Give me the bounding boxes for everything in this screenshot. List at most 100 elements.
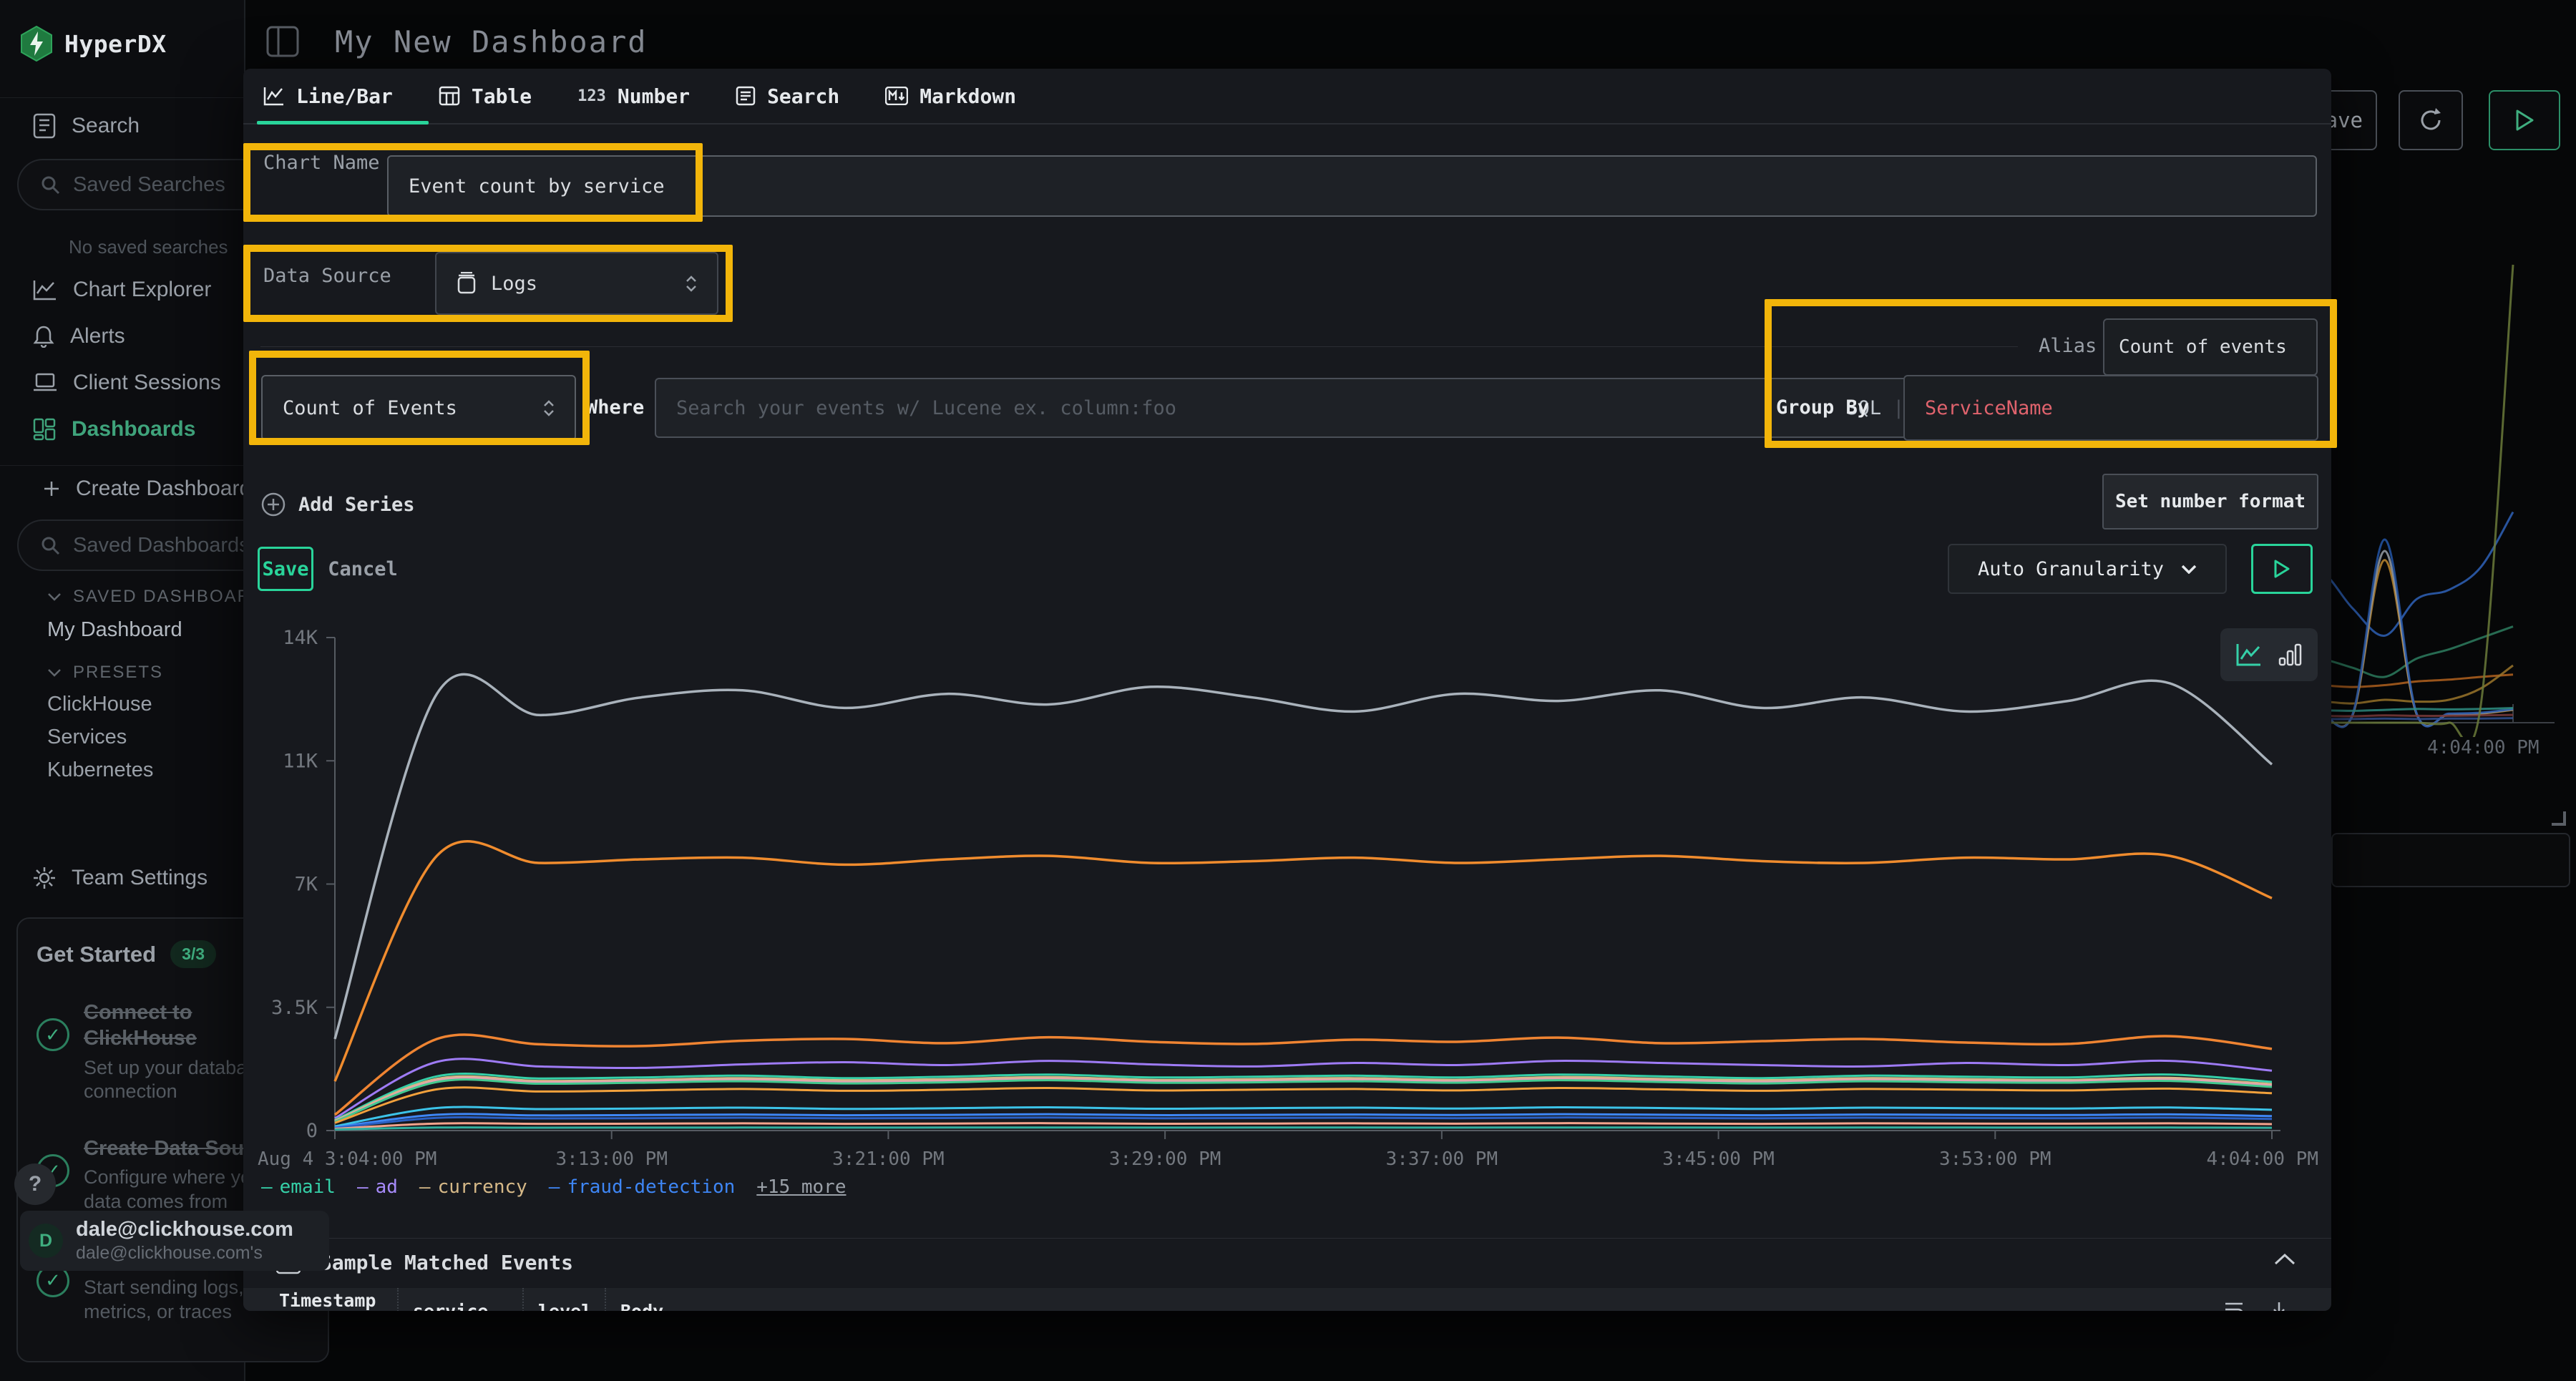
chart-series-line-fraud-detection[interactable] bbox=[335, 1114, 2272, 1128]
sidebar-item-label: Search bbox=[72, 114, 140, 138]
get-started-progress-badge: 3/3 bbox=[170, 940, 216, 968]
user-menu[interactable]: D dale@clickhouse.com dale@clickhouse.co… bbox=[20, 1211, 329, 1271]
add-series-button[interactable]: Add Series bbox=[261, 492, 415, 517]
background-chart-series-line bbox=[2331, 715, 2513, 716]
chart-series-line[interactable] bbox=[335, 1128, 2272, 1130]
gear-icon bbox=[33, 867, 56, 889]
sidebar-item-dashboards[interactable]: Dashboards bbox=[33, 417, 195, 441]
legend-label: ad bbox=[376, 1176, 398, 1198]
legend-item-fraud-detection[interactable]: —fraud-detection bbox=[549, 1176, 735, 1198]
y-axis-tick-label: 11K bbox=[283, 750, 318, 772]
sidebar-collapse-icon[interactable] bbox=[266, 26, 299, 57]
tab-markdown[interactable]: Markdown bbox=[885, 84, 1016, 108]
chart-editor-modal: Line/Bar Table 123 Number Search Markdow… bbox=[243, 69, 2331, 1311]
legend-swatch: — bbox=[357, 1176, 369, 1198]
no-saved-searches-text: No saved searches bbox=[69, 236, 228, 258]
event-count-line-chart[interactable]: 14K11K7K3.5K0Aug 4 3:04:00 PM3:13:00 PM3… bbox=[243, 613, 2331, 1214]
refresh-icon bbox=[2416, 106, 2445, 135]
step-desc: Set up your database bbox=[84, 1057, 268, 1078]
section-label-text: PRESETS bbox=[73, 663, 163, 683]
user-team: dale@clickhouse.com's bbox=[76, 1243, 323, 1264]
background-chart-series-line bbox=[2331, 718, 2513, 719]
legend-label: fraud-detection bbox=[567, 1176, 735, 1198]
tab-search[interactable]: Search bbox=[736, 84, 839, 108]
cancel-button[interactable]: Cancel bbox=[323, 547, 402, 591]
tab-table[interactable]: Table bbox=[439, 84, 532, 108]
chevron-down-icon bbox=[47, 668, 62, 677]
saved-dashboards-placeholder: Saved Dashboards bbox=[73, 534, 250, 557]
granularity-select[interactable]: Auto Granularity bbox=[1948, 544, 2227, 594]
legend-label: currency bbox=[438, 1176, 527, 1198]
sidebar-item-search[interactable]: Search bbox=[33, 113, 140, 139]
background-dashboard-tile-chart bbox=[2331, 236, 2576, 737]
set-number-format-button[interactable]: Set number format bbox=[2102, 474, 2318, 530]
step-desc: Configure where your bbox=[84, 1166, 268, 1188]
sidebar-item-team-settings[interactable]: Team Settings bbox=[33, 866, 208, 890]
play-icon bbox=[2274, 560, 2290, 578]
data-source-value: Logs bbox=[491, 273, 537, 295]
help-button[interactable]: ? bbox=[14, 1163, 56, 1205]
check-circle-icon: ✓ bbox=[36, 1018, 69, 1051]
step-title: Connect to ClickHouse bbox=[84, 1000, 255, 1052]
select-chevrons-icon bbox=[543, 400, 555, 416]
chart-series-line[interactable] bbox=[335, 1035, 2272, 1115]
filter-icon[interactable] bbox=[2224, 1301, 2245, 1311]
sidebar-item-chart-explorer[interactable]: Chart Explorer bbox=[33, 278, 211, 302]
tab-line-bar[interactable]: Line/Bar bbox=[263, 84, 393, 108]
laptop-icon bbox=[33, 373, 57, 393]
database-icon bbox=[457, 272, 477, 295]
legend-item-email[interactable]: —email bbox=[261, 1176, 336, 1198]
legend-more-link[interactable]: +15 more bbox=[756, 1176, 846, 1198]
download-icon[interactable] bbox=[2270, 1301, 2288, 1311]
chart-name-input[interactable]: Event count by service bbox=[387, 155, 2317, 217]
resize-handle-icon[interactable] bbox=[2545, 804, 2566, 826]
tab-number[interactable]: 123 Number bbox=[577, 84, 690, 108]
sidebar-item-services[interactable]: Services bbox=[47, 726, 127, 749]
dashboard-run-button[interactable] bbox=[2489, 90, 2560, 150]
sidebar-item-clickhouse[interactable]: ClickHouse bbox=[47, 693, 152, 716]
x-axis-tick-label: Aug 4 3:04:00 PM bbox=[258, 1148, 436, 1170]
brand: HyperDX bbox=[20, 26, 167, 62]
sidebar-item-label: Team Settings bbox=[72, 866, 208, 890]
get-started-title: Get Started bbox=[36, 942, 156, 967]
save-button[interactable]: Save bbox=[258, 547, 313, 591]
tab-label: Table bbox=[472, 84, 532, 108]
plus-icon bbox=[43, 480, 60, 497]
column-header-service[interactable]: service bbox=[397, 1288, 522, 1311]
legend-item-currency[interactable]: —currency bbox=[419, 1176, 527, 1198]
refresh-button[interactable] bbox=[2399, 90, 2463, 150]
chevron-down-icon bbox=[2181, 565, 2197, 574]
data-source-select[interactable]: Logs bbox=[435, 252, 718, 315]
group-by-value: ServiceName bbox=[1925, 397, 2053, 419]
sidebar-item-my-dashboard[interactable]: My Dashboard bbox=[47, 618, 182, 642]
add-series-label: Add Series bbox=[298, 494, 415, 516]
chevron-down-icon bbox=[47, 592, 62, 601]
column-header-level[interactable]: level bbox=[522, 1288, 605, 1311]
avatar: D bbox=[29, 1224, 63, 1258]
saved-searches-placeholder: Saved Searches bbox=[73, 173, 225, 197]
group-by-input[interactable]: ServiceName bbox=[1903, 375, 2318, 441]
collapse-section-button[interactable] bbox=[2274, 1254, 2296, 1269]
sidebar-item-alerts[interactable]: Alerts bbox=[33, 324, 125, 348]
column-header-body[interactable]: Body bbox=[605, 1288, 891, 1311]
sidebar-item-kubernetes[interactable]: Kubernetes bbox=[47, 758, 153, 782]
alias-input[interactable]: Count of events bbox=[2103, 318, 2318, 376]
chevron-up-icon bbox=[2274, 1254, 2296, 1265]
background-chart-series-line bbox=[2331, 551, 2513, 727]
bell-icon bbox=[33, 325, 54, 348]
presets-section[interactable]: PRESETS bbox=[47, 663, 163, 683]
run-query-button[interactable] bbox=[2251, 544, 2313, 594]
x-axis-tick-label: 4:04:00 PM bbox=[2206, 1148, 2318, 1170]
column-header-timestamp[interactable]: Timestamp (Local) bbox=[243, 1288, 397, 1311]
aggregation-select[interactable]: Count of Events bbox=[261, 375, 576, 441]
legend-swatch: — bbox=[261, 1176, 273, 1198]
tab-label: Markdown bbox=[919, 84, 1016, 108]
x-axis-tick-label: 3:13:00 PM bbox=[555, 1148, 668, 1170]
sidebar-item-label: Alerts bbox=[70, 324, 125, 348]
create-dashboard-button[interactable]: Create Dashboard bbox=[43, 477, 251, 501]
play-icon bbox=[2515, 109, 2534, 131]
dashboard-icon bbox=[33, 418, 56, 441]
sidebar-item-client-sessions[interactable]: Client Sessions bbox=[33, 371, 221, 395]
chart-name-value: Event count by service bbox=[409, 175, 665, 197]
legend-item-ad[interactable]: — ad bbox=[357, 1176, 398, 1198]
